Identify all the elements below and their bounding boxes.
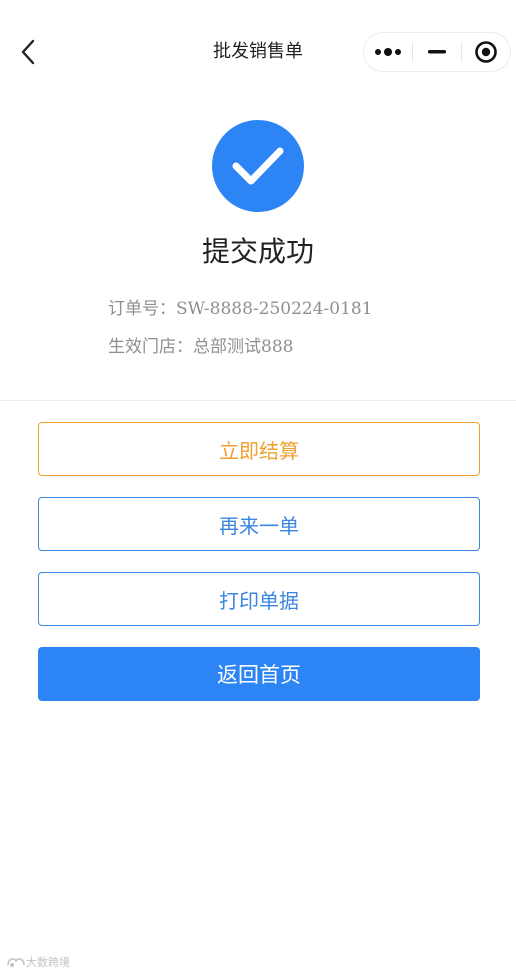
order-number-value: SW-8888-250224-0181 — [176, 299, 373, 319]
watermark: 大数跨境 — [6, 954, 70, 970]
target-close-icon — [475, 41, 497, 63]
new-order-button[interactable]: 再来一单 — [38, 497, 480, 551]
print-receipt-button[interactable]: 打印单据 — [38, 572, 480, 626]
result-title: 提交成功 — [201, 235, 314, 268]
store-label: 生效门店： — [108, 337, 193, 357]
order-number-row: 订单号：SW-8888-250224-0181 — [108, 296, 373, 322]
miniprogram-capsule — [363, 32, 511, 72]
more-dots-icon — [375, 48, 401, 56]
order-number-label: 订单号： — [108, 299, 176, 319]
brand-logo-icon — [7, 958, 25, 967]
settle-now-button[interactable]: 立即结算 — [38, 422, 480, 476]
checkmark-icon — [232, 147, 284, 185]
store-row: 生效门店：总部测试888 — [108, 334, 293, 360]
watermark-text: 大数跨境 — [26, 956, 70, 969]
minimize-button[interactable] — [413, 33, 461, 71]
close-miniprogram-button[interactable] — [462, 33, 510, 71]
section-divider — [0, 400, 516, 401]
back-home-button[interactable]: 返回首页 — [38, 647, 480, 701]
navigation-bar: 批发销售单 — [0, 0, 516, 106]
check-circle-icon — [212, 120, 304, 212]
store-value: 总部测试888 — [193, 337, 294, 357]
minimize-icon — [428, 50, 446, 54]
more-button[interactable] — [364, 33, 412, 71]
